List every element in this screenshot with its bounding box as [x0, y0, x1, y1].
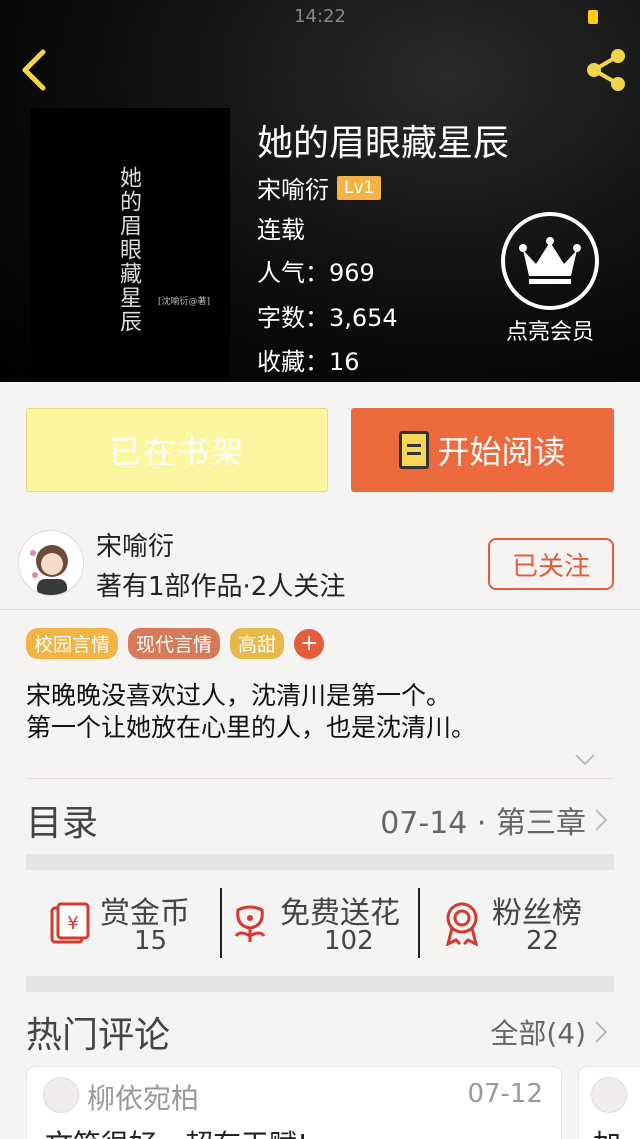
toc-latest-chapter[interactable]: 07-14 · 第三章 [380, 798, 608, 842]
author-line: 宋喻衍 Lv1 [257, 170, 382, 205]
author-avatar[interactable] [18, 530, 84, 596]
popularity: 人气：969 [257, 259, 375, 287]
crown-icon [519, 237, 581, 284]
red-envelope-icon: ¥ [50, 902, 90, 944]
author-row: 宋喻衍 著有1部作品·2人关注 已关注 [0, 520, 640, 610]
tag-list: 校园言情 现代言情 高甜 + [26, 628, 325, 659]
commenter-avatar [43, 1077, 79, 1113]
author-row-name[interactable]: 宋喻衍 [96, 526, 174, 563]
vip-label: 点亮会员 [505, 320, 594, 345]
add-tag-button[interactable]: + [294, 628, 325, 659]
synopsis-line-2: 第一个让她放在心里的人，也是沈清川。 [26, 713, 477, 742]
serial-status: 连载 [257, 216, 305, 244]
start-reading-button[interactable]: 开始阅读 [351, 408, 614, 492]
on-shelf-button[interactable]: 已在书架 [26, 408, 328, 492]
chevron-right-icon [595, 809, 608, 831]
favorites-count: 收藏：16 [257, 348, 360, 376]
flower-icon [234, 905, 266, 942]
tag-modern-romance[interactable]: 现代言情 [128, 628, 221, 659]
fans-ranking[interactable]: 粉丝榜 22 [442, 888, 602, 960]
back-button[interactable] [14, 44, 54, 96]
section-divider [26, 854, 614, 870]
cover-title: 她的眉眼藏星辰 [116, 166, 141, 334]
author-row-stats: 著有1部作品·2人关注 [96, 572, 346, 602]
comment-card[interactable]: 柳依宛柏 07-12 文笔很好，超有天赋! [26, 1066, 562, 1139]
book-cover[interactable]: 她的眉眼藏星辰 [沈喻衍@著] [30, 108, 230, 382]
cover-author: [沈喻衍@著] [158, 297, 211, 307]
chevron-down-icon [575, 754, 595, 766]
commenter-name: 柳依宛柏 [87, 1082, 200, 1115]
status-time: 14:22 [294, 6, 346, 27]
avatar-icon [30, 545, 68, 595]
start-reading-label: 开始阅读 [437, 433, 566, 471]
comment-text: 文笔很好，超有天赋! [45, 1123, 308, 1139]
vip-button[interactable]: 点亮会员 [498, 212, 602, 346]
hot-comments-title: 热门评论 [26, 1015, 171, 1056]
tag-campus-romance[interactable]: 校园言情 [26, 628, 119, 659]
tag-sweet[interactable]: 高甜 [230, 628, 285, 659]
reward-value: 15 [134, 926, 168, 956]
synopsis-line-1: 宋晚晚没喜欢过人，沈清川是第一个。 [26, 681, 452, 710]
synopsis: 宋晚晚没喜欢过人，沈清川是第一个。 第一个让她放在心里的人，也是沈清川。 [26, 680, 616, 744]
battery-icon [588, 10, 598, 24]
stat-separator [418, 888, 420, 958]
book-icon [399, 431, 430, 469]
fans-value: 22 [526, 926, 560, 956]
svg-text:¥: ¥ [67, 913, 78, 934]
followed-button[interactable]: 已关注 [488, 538, 614, 590]
word-count: 字数：3,654 [257, 304, 398, 332]
author-name[interactable]: 宋喻衍 [257, 170, 329, 205]
book-title: 她的眉眼藏星辰 [257, 123, 510, 164]
vip-circle [501, 212, 599, 310]
stat-separator [220, 888, 222, 958]
book-header: 14:22 她的眉眼藏星辰 [沈喻衍@著] 她的眉眼藏星辰 宋喻衍 Lv1 连载… [0, 0, 640, 382]
section-divider [26, 976, 614, 992]
all-comments-link[interactable]: 全部(4) [490, 1012, 608, 1052]
toc-title[interactable]: 目录 [26, 794, 98, 846]
comment-text: 加 [593, 1123, 621, 1139]
chevron-left-icon [22, 49, 46, 91]
share-button[interactable] [580, 44, 632, 96]
expand-synopsis-button[interactable] [574, 752, 596, 771]
reward-coins[interactable]: ¥ 赏金币 15 [48, 888, 208, 960]
level-badge: Lv1 [337, 175, 382, 200]
comment-card[interactable]: 加 [578, 1066, 640, 1139]
all-comments-label: 全部(4) [490, 1017, 586, 1050]
chevron-right-icon [595, 1021, 608, 1043]
free-flower[interactable]: 免费送花 102 [232, 888, 416, 960]
share-icon [587, 49, 625, 91]
flower-value: 102 [324, 926, 374, 956]
commenter-avatar [591, 1077, 627, 1113]
divider [26, 778, 614, 779]
medal-icon [445, 902, 479, 946]
comment-date: 07-12 [467, 1079, 543, 1109]
toc-latest-label: 07-14 · 第三章 [380, 806, 586, 841]
